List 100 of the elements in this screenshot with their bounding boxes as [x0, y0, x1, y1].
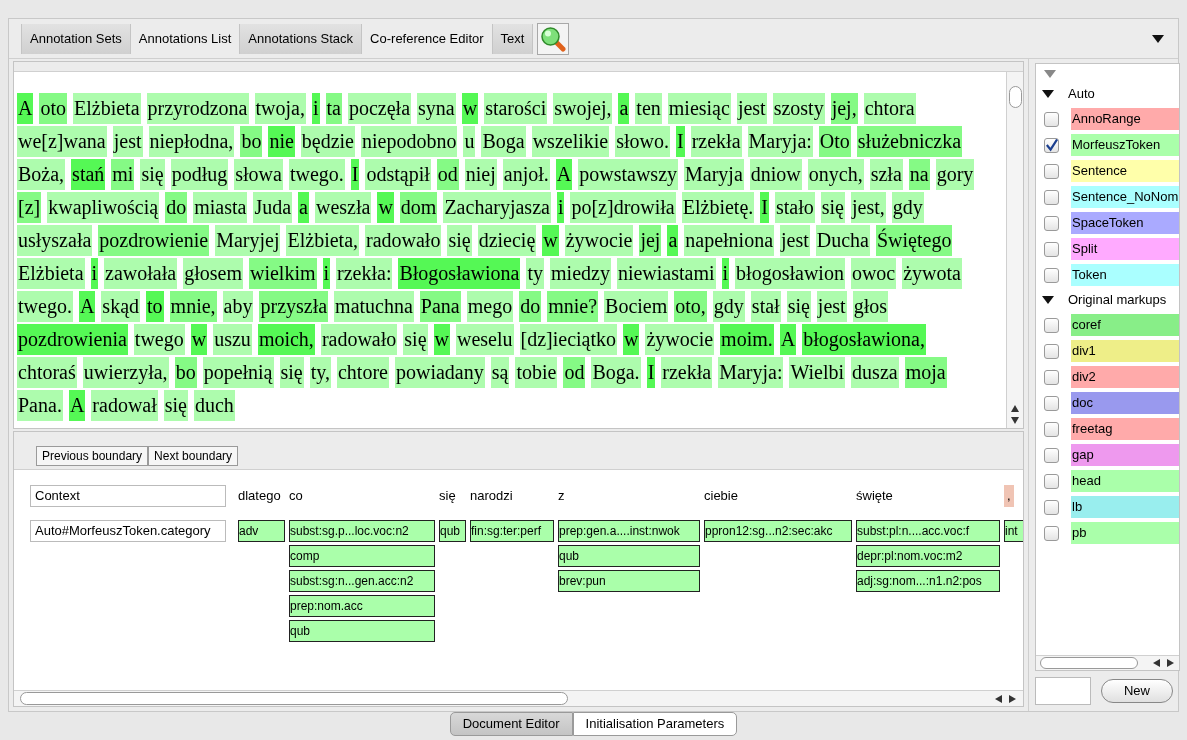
view-tab[interactable]: Annotation Sets: [21, 23, 131, 54]
category-annotation[interactable]: qub: [289, 620, 435, 642]
word-label: dlatego: [238, 487, 281, 505]
view-tab[interactable]: Co-reference Editor: [362, 23, 492, 54]
annotation-type[interactable]: head: [1071, 470, 1180, 492]
checkbox[interactable]: [1044, 473, 1059, 489]
token-highlight: radował: [91, 390, 158, 421]
checkbox[interactable]: [1044, 267, 1059, 283]
category-annotation[interactable]: int: [1004, 520, 1023, 542]
horizontal-scrollbar[interactable]: [1036, 655, 1180, 670]
checkbox[interactable]: [1044, 163, 1059, 179]
token-highlight: radowało: [365, 225, 442, 256]
editor-tab[interactable]: Document Editor: [449, 712, 573, 736]
expand-icon[interactable]: [1042, 295, 1054, 305]
checkbox[interactable]: [1044, 395, 1059, 411]
category-annotation[interactable]: adv: [238, 520, 285, 542]
horizontal-scrollbar[interactable]: [14, 690, 1023, 706]
checkbox[interactable]: [1044, 525, 1059, 541]
token-highlight: pozdrowienia: [17, 324, 128, 355]
scroll-right-icon[interactable]: [1167, 659, 1176, 667]
boundary-button[interactable]: Previous boundary: [36, 445, 149, 466]
checkbox[interactable]: [1044, 421, 1059, 437]
type-name-field[interactable]: [1035, 677, 1091, 705]
checkbox[interactable]: [1044, 499, 1059, 515]
set-name: Original markups: [1068, 291, 1167, 310]
category-annotation[interactable]: fin:sg:ter:perf: [470, 520, 554, 542]
annotation-type[interactable]: freetag: [1071, 418, 1180, 440]
expand-icon[interactable]: [1042, 89, 1054, 99]
scroll-thumb[interactable]: [1040, 657, 1138, 669]
token-highlight: odstąpił: [365, 159, 431, 190]
search-button[interactable]: [537, 22, 570, 55]
scroll-left-icon[interactable]: [1153, 659, 1162, 667]
category-annotation[interactable]: subst:sg:n...gen.acc:n2: [289, 570, 435, 592]
token-highlight: niepłodna,: [148, 126, 235, 157]
scroll-left-icon[interactable]: [995, 694, 1003, 703]
token-highlight: moim.: [720, 324, 774, 355]
checkbox[interactable]: [1044, 215, 1059, 231]
scroll-up-icon[interactable]: [1011, 405, 1019, 413]
row-label-field[interactable]: Auto#MorfeuszToken.category: [30, 520, 226, 542]
token-highlight: moja: [904, 357, 947, 388]
annotation-type[interactable]: coref: [1071, 314, 1180, 336]
annotation-type[interactable]: div2: [1071, 366, 1180, 388]
annotation-type[interactable]: div1: [1071, 340, 1180, 362]
category-annotation[interactable]: qub: [558, 545, 700, 567]
checkbox[interactable]: [1044, 369, 1059, 385]
annotation-type[interactable]: MorfeuszToken: [1071, 134, 1180, 156]
annotation-type[interactable]: pb: [1071, 522, 1180, 544]
token-highlight: służebniczka: [856, 126, 963, 157]
token-highlight: poczęła: [347, 93, 411, 124]
word-label: się: [439, 487, 456, 505]
token-highlight: ty,: [309, 357, 331, 388]
view-tab[interactable]: Text: [491, 23, 534, 54]
annotation-type[interactable]: Sentence_NoNom: [1071, 186, 1180, 208]
token-highlight: Boża,: [17, 159, 66, 190]
token-highlight: Oto: [818, 126, 851, 157]
checkbox[interactable]: [1044, 137, 1059, 153]
category-annotation[interactable]: subst:sg.p...loc.voc:n2: [289, 520, 435, 542]
annotation-type[interactable]: Token: [1071, 264, 1180, 286]
checkbox[interactable]: [1044, 343, 1059, 359]
annotation-type[interactable]: doc: [1071, 392, 1180, 414]
view-tab[interactable]: Annotations Stack: [239, 23, 363, 54]
collapse-icon[interactable]: [1044, 70, 1056, 78]
scroll-thumb[interactable]: [20, 692, 568, 705]
dropdown-icon[interactable]: [1152, 34, 1164, 43]
view-tab[interactable]: Annotations List: [130, 23, 240, 54]
category-annotation[interactable]: prep:gen.a....inst:nwok: [558, 520, 700, 542]
category-annotation[interactable]: adj:sg:nom...:n1.n2:pos: [856, 570, 1000, 592]
annotation-type[interactable]: gap: [1071, 444, 1180, 466]
context-field[interactable]: Context: [30, 485, 226, 507]
scroll-down-icon[interactable]: [1011, 417, 1019, 425]
checkbox[interactable]: [1044, 241, 1059, 257]
category-annotation[interactable]: brev:pun: [558, 570, 700, 592]
token-highlight: dom: [399, 192, 438, 223]
annotation-type[interactable]: Sentence: [1071, 160, 1180, 182]
vertical-scrollbar[interactable]: [1006, 72, 1023, 428]
token-highlight: błogosławion: [735, 258, 845, 289]
checkbox[interactable]: [1044, 447, 1059, 463]
category-annotation[interactable]: qub: [439, 520, 466, 542]
category-annotation[interactable]: depr:pl:nom.voc:m2: [856, 545, 1000, 567]
token-highlight: twego.: [17, 291, 73, 322]
checkbox[interactable]: [1044, 111, 1059, 127]
editor-tab[interactable]: Initialisation Parameters: [572, 712, 738, 736]
category-annotation[interactable]: ppron12:sg...n2:sec:akc: [704, 520, 852, 542]
annotation-type[interactable]: SpaceToken: [1071, 212, 1180, 234]
boundary-button[interactable]: Next boundary: [148, 445, 239, 466]
token-highlight: mego: [466, 291, 514, 322]
category-annotation[interactable]: comp: [289, 545, 435, 567]
annotation-type[interactable]: AnnoRange: [1071, 108, 1180, 130]
token-highlight: zawołała: [104, 258, 178, 289]
category-annotation[interactable]: prep:nom.acc: [289, 595, 435, 617]
scroll-thumb[interactable]: [1008, 86, 1022, 108]
new-button[interactable]: New: [1101, 679, 1173, 703]
checkbox[interactable]: [1044, 317, 1059, 333]
scroll-right-icon[interactable]: [1009, 694, 1017, 703]
category-annotation[interactable]: subst:pl:n....acc.voc:f: [856, 520, 1000, 542]
annotation-type[interactable]: Split: [1071, 238, 1180, 260]
annotation-type[interactable]: lb: [1071, 496, 1180, 518]
token-highlight: w: [623, 324, 640, 355]
token-highlight: głos: [852, 291, 888, 322]
checkbox[interactable]: [1044, 189, 1059, 205]
